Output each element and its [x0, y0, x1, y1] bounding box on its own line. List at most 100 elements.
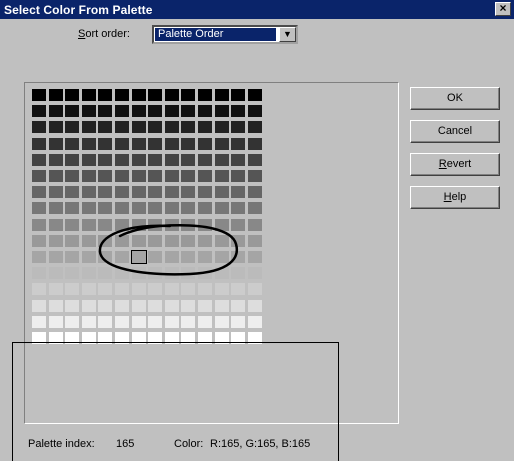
palette-swatch[interactable]	[115, 154, 129, 166]
palette-swatch[interactable]	[165, 138, 179, 150]
palette-swatch[interactable]	[132, 138, 146, 150]
palette-swatch[interactable]	[82, 186, 96, 198]
palette-swatch[interactable]	[32, 283, 46, 295]
palette-swatch[interactable]	[65, 138, 79, 150]
palette-swatch[interactable]	[231, 316, 245, 328]
palette-swatch[interactable]	[65, 235, 79, 247]
sort-order-dropdown[interactable]: Palette Order ▼	[152, 25, 298, 44]
palette-swatch[interactable]	[231, 154, 245, 166]
palette-swatch[interactable]	[198, 300, 212, 312]
palette-swatch[interactable]	[82, 105, 96, 117]
palette-swatch[interactable]	[215, 251, 229, 263]
palette-swatch[interactable]	[98, 170, 112, 182]
palette-swatch[interactable]	[65, 105, 79, 117]
palette-swatch[interactable]	[181, 300, 195, 312]
palette-swatch[interactable]	[132, 186, 146, 198]
palette-swatch[interactable]	[115, 235, 129, 247]
palette-swatch[interactable]	[148, 170, 162, 182]
palette-swatch[interactable]	[231, 121, 245, 133]
palette-swatch[interactable]	[82, 121, 96, 133]
cancel-button[interactable]: Cancel	[410, 120, 500, 143]
palette-swatch[interactable]	[231, 170, 245, 182]
palette-swatch[interactable]	[165, 316, 179, 328]
palette-swatch[interactable]	[132, 235, 146, 247]
palette-swatch[interactable]	[49, 138, 63, 150]
palette-swatch[interactable]	[198, 251, 212, 263]
palette-swatch[interactable]	[215, 300, 229, 312]
palette-swatch[interactable]	[32, 186, 46, 198]
palette-swatch[interactable]	[98, 219, 112, 231]
palette-swatch[interactable]	[32, 170, 46, 182]
palette-swatch[interactable]	[198, 154, 212, 166]
palette-swatch[interactable]	[165, 186, 179, 198]
palette-swatch[interactable]	[98, 251, 112, 263]
palette-swatch[interactable]	[181, 251, 195, 263]
palette-swatch[interactable]	[181, 283, 195, 295]
palette-swatch[interactable]	[98, 300, 112, 312]
palette-swatch[interactable]	[248, 235, 262, 247]
help-button[interactable]: Help	[410, 186, 500, 209]
palette-swatch[interactable]	[98, 283, 112, 295]
palette-swatch[interactable]	[98, 105, 112, 117]
palette-swatch[interactable]	[82, 267, 96, 279]
palette-swatch[interactable]	[98, 186, 112, 198]
palette-swatch[interactable]	[231, 283, 245, 295]
palette-swatch[interactable]	[49, 300, 63, 312]
palette-swatch[interactable]	[98, 202, 112, 214]
palette-swatch[interactable]	[148, 251, 162, 263]
palette-swatch[interactable]	[198, 138, 212, 150]
palette-swatch[interactable]	[181, 219, 195, 231]
palette-swatch[interactable]	[181, 138, 195, 150]
palette-swatch[interactable]	[231, 202, 245, 214]
palette-swatch[interactable]	[49, 251, 63, 263]
palette-swatch[interactable]	[148, 235, 162, 247]
palette-swatch[interactable]	[215, 267, 229, 279]
palette-swatch[interactable]	[132, 89, 146, 101]
palette-swatch[interactable]	[49, 316, 63, 328]
palette-swatch[interactable]	[98, 154, 112, 166]
palette-swatch[interactable]	[32, 219, 46, 231]
palette-swatch[interactable]	[165, 283, 179, 295]
palette-swatch[interactable]	[82, 283, 96, 295]
palette-swatch[interactable]	[65, 283, 79, 295]
palette-swatch[interactable]	[248, 154, 262, 166]
palette-swatch[interactable]	[198, 202, 212, 214]
palette-swatch[interactable]	[198, 316, 212, 328]
palette-swatch[interactable]	[98, 121, 112, 133]
palette-swatch[interactable]	[49, 186, 63, 198]
palette-swatch[interactable]	[248, 219, 262, 231]
palette-swatch[interactable]	[115, 121, 129, 133]
palette-swatch[interactable]	[248, 251, 262, 263]
palette-swatch[interactable]	[165, 219, 179, 231]
palette-swatch[interactable]	[132, 316, 146, 328]
palette-swatch[interactable]	[98, 316, 112, 328]
palette-swatch[interactable]	[65, 121, 79, 133]
palette-swatch[interactable]	[248, 300, 262, 312]
palette-swatch[interactable]	[215, 121, 229, 133]
palette-swatch[interactable]	[32, 267, 46, 279]
palette-swatch[interactable]	[231, 267, 245, 279]
palette-swatch[interactable]	[82, 300, 96, 312]
palette-swatch[interactable]	[148, 316, 162, 328]
revert-button[interactable]: Revert	[410, 153, 500, 176]
ok-button[interactable]: OK	[410, 87, 500, 110]
palette-swatch[interactable]	[65, 316, 79, 328]
palette-swatch[interactable]	[215, 105, 229, 117]
palette-swatch[interactable]	[148, 283, 162, 295]
palette-swatch[interactable]	[248, 89, 262, 101]
palette-swatch[interactable]	[215, 235, 229, 247]
palette-swatch[interactable]	[231, 105, 245, 117]
palette-swatch[interactable]	[115, 300, 129, 312]
palette-swatch[interactable]	[148, 121, 162, 133]
palette-swatch[interactable]	[32, 138, 46, 150]
palette-swatch[interactable]	[165, 235, 179, 247]
palette-swatch[interactable]	[115, 186, 129, 198]
palette-swatch[interactable]	[82, 202, 96, 214]
palette-swatch[interactable]	[181, 121, 195, 133]
palette-swatch[interactable]	[32, 105, 46, 117]
palette-swatch[interactable]	[198, 105, 212, 117]
palette-swatch[interactable]	[132, 283, 146, 295]
palette-swatch[interactable]	[165, 154, 179, 166]
palette-swatch[interactable]	[181, 89, 195, 101]
palette-swatch[interactable]	[165, 300, 179, 312]
